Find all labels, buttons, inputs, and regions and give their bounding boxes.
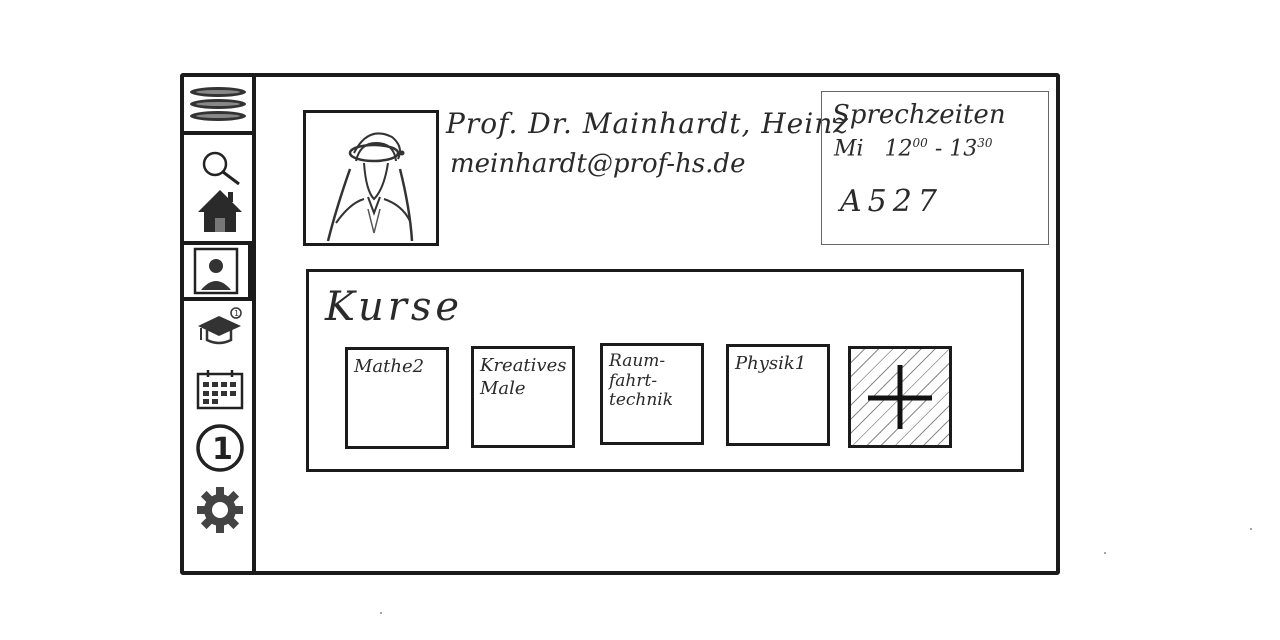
professor-email[interactable]: meinhardt@prof-hs.de [450, 149, 745, 179]
number-badge-label: 1 [212, 432, 233, 467]
office-hours-title: Sprechzeiten [832, 100, 1006, 130]
paper-speck [380, 612, 382, 614]
person-sketch-icon [326, 132, 414, 242]
office-hours-box: Sprechzeiten Mi 1200 - 1330 A527 [821, 91, 1049, 245]
office-hours-dash: - [934, 136, 943, 162]
courses-panel: Kurse Mathe2 Kreatives Male Raum- fahrt-… [306, 269, 1024, 472]
profile-photo [303, 110, 439, 246]
number-badge-button[interactable]: 1 [192, 420, 248, 476]
course-card-physik1[interactable]: Physik1 [726, 344, 830, 446]
graduation-cap-icon: 1 [198, 307, 242, 345]
app-window: 1 1 Prof. Dr. Mainhardt, Heinz meinhardt… [180, 73, 1060, 575]
course-card-raumfahrttechnik[interactable]: Raum- fahrt- technik [600, 343, 704, 445]
office-hours-end: 13 [949, 136, 978, 162]
office-room: A527 [840, 184, 943, 219]
menu-icon [190, 87, 246, 121]
sidebar: 1 1 [180, 77, 256, 571]
gear-icon [197, 487, 243, 533]
course-card-mathe2[interactable]: Mathe2 [345, 347, 449, 449]
profile-button[interactable] [180, 241, 252, 301]
office-hours-time: Mi 1200 - 1330 [834, 136, 993, 161]
add-course-button[interactable] [848, 346, 952, 448]
calendar-button[interactable] [192, 362, 248, 418]
courses-title: Kurse [325, 284, 464, 330]
paper-speck [1250, 528, 1252, 530]
svg-text:1: 1 [234, 309, 239, 318]
home-button[interactable] [192, 183, 248, 239]
office-hours-day: Mi [834, 136, 864, 162]
office-hours-end-min: 30 [977, 136, 993, 150]
home-icon [198, 190, 242, 232]
course-card-kreatives-malen[interactable]: Kreatives Male [471, 346, 575, 448]
profile-icon [193, 247, 239, 295]
office-hours-start-min: 00 [912, 136, 928, 150]
courses-nav-button[interactable]: 1 [192, 301, 248, 357]
professor-name: Prof. Dr. Mainhardt, Heinz [446, 107, 849, 140]
plus-icon [868, 365, 932, 429]
office-hours-start: 12 [884, 136, 913, 162]
paper-speck [1104, 552, 1106, 554]
settings-button[interactable] [192, 482, 248, 538]
calendar-icon [196, 370, 244, 410]
number-badge-icon: 1 [196, 424, 244, 472]
menu-button[interactable] [184, 77, 252, 135]
